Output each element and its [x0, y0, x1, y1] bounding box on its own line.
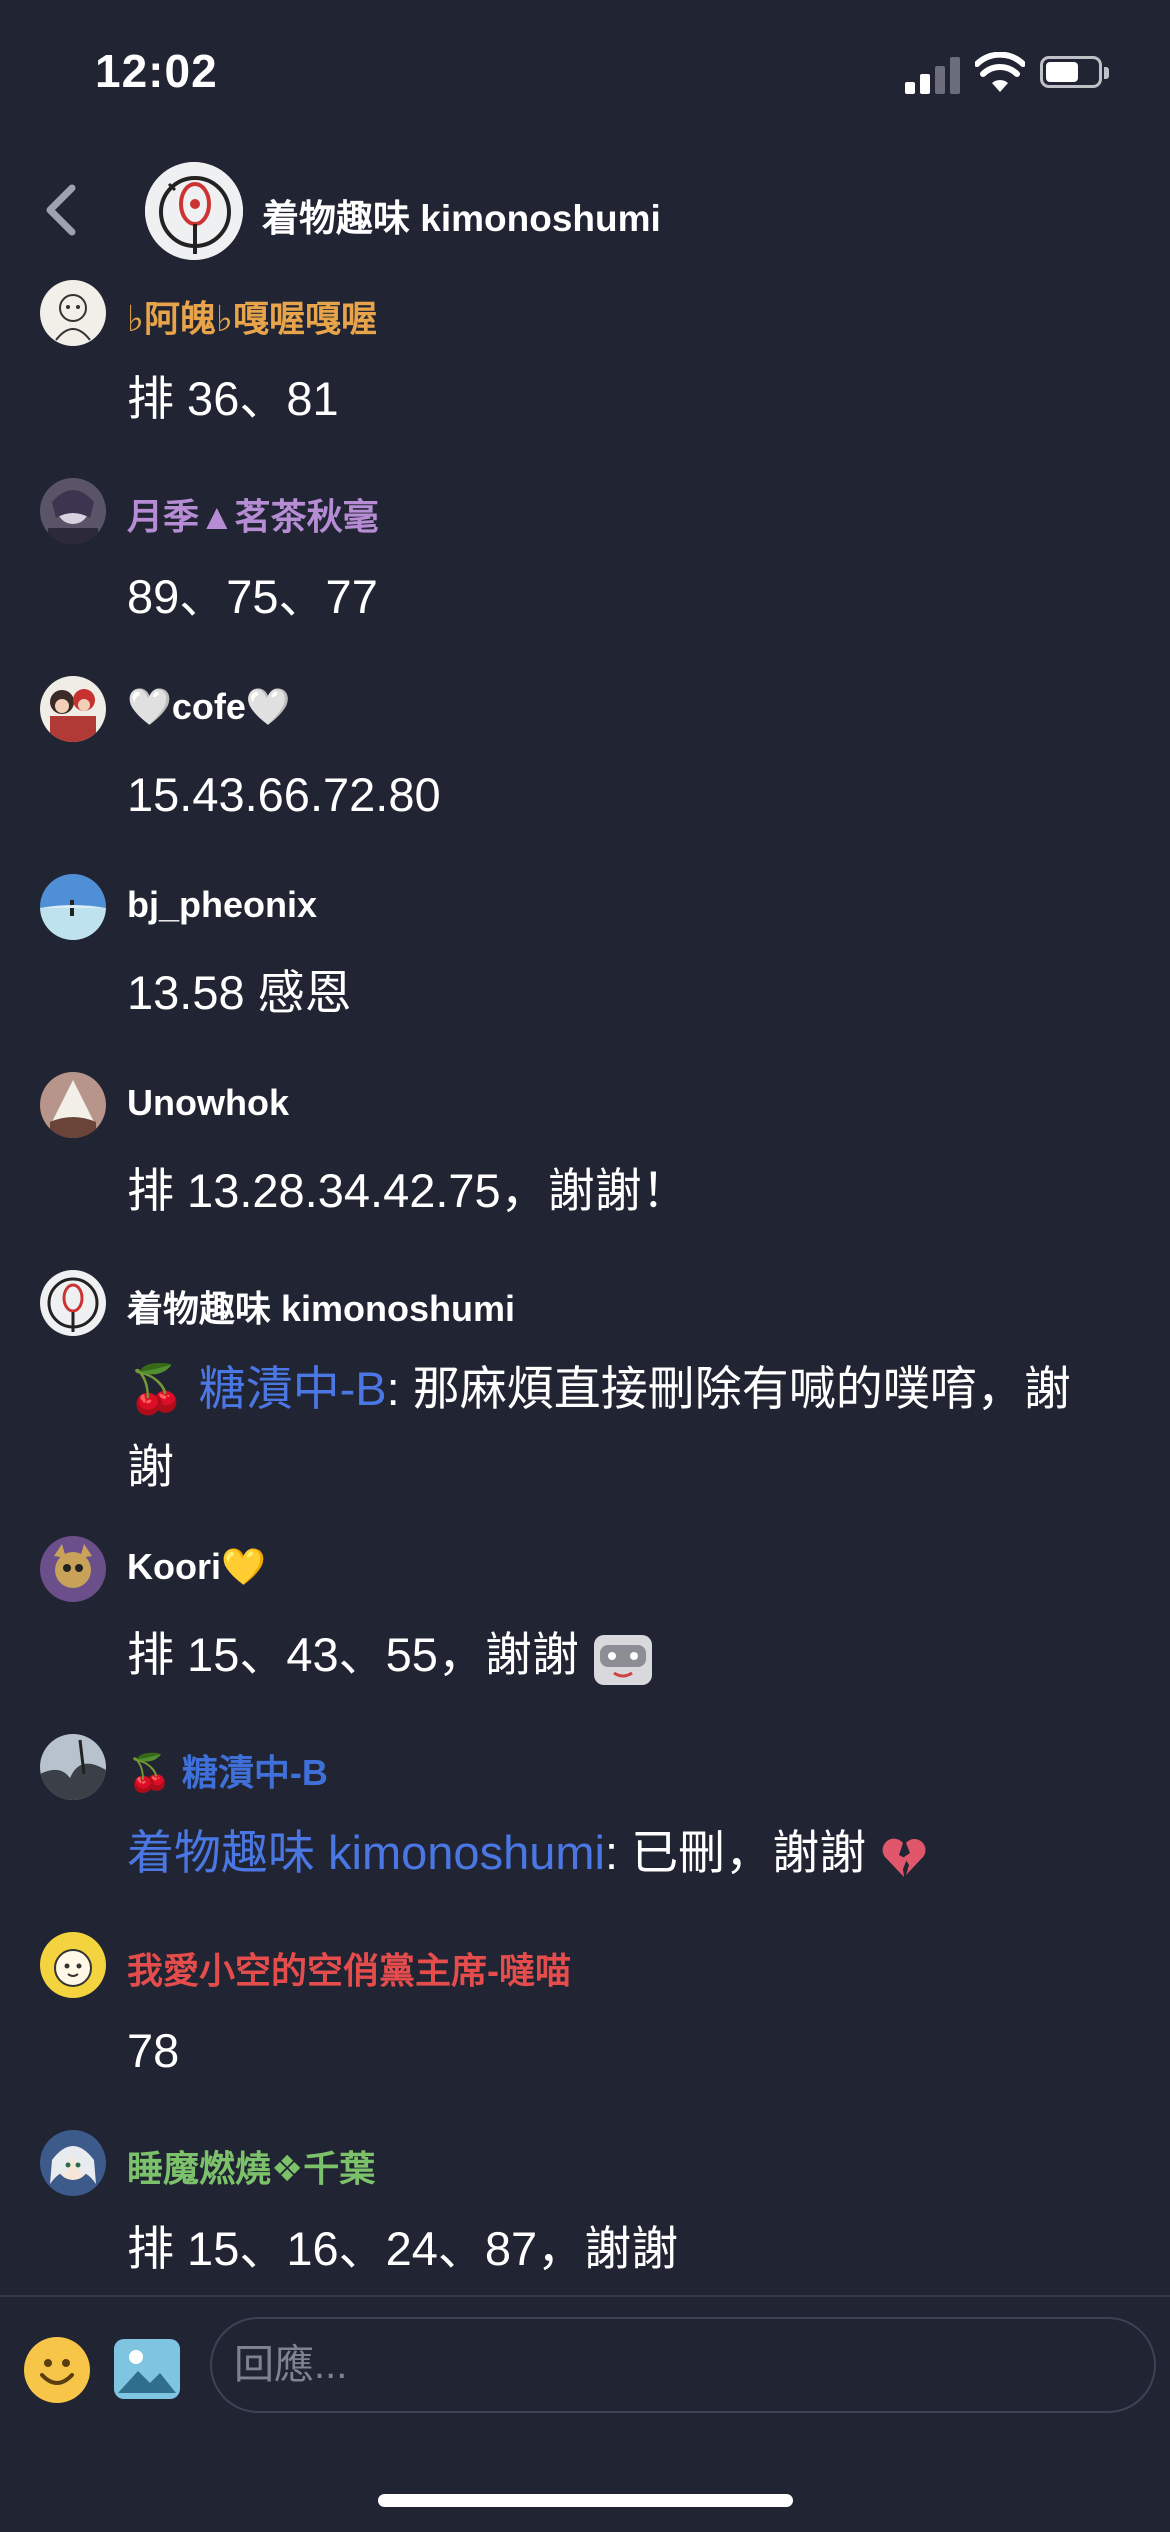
message-text: 89、75、77 — [127, 570, 378, 623]
chat-header: 着物趣味 kimonoshumi — [0, 150, 1170, 270]
mention-link[interactable]: 着物趣味 kimonoshumi — [127, 1826, 605, 1879]
message-text: 78 — [127, 2024, 180, 2077]
user-avatar[interactable] — [40, 1072, 106, 1138]
user-avatar[interactable] — [40, 1536, 106, 1602]
message-body: : 已刪，謝謝 — [604, 1826, 880, 1879]
home-indicator[interactable] — [378, 2494, 793, 2507]
message-text: 排 36、81 — [127, 372, 339, 425]
user-name[interactable]: 睡魔燃燒❖千葉 — [127, 2140, 375, 2192]
user-avatar[interactable] — [40, 280, 106, 346]
user-name[interactable]: 着物趣味 kimonoshumi — [127, 1280, 515, 1332]
broken-heart-icon — [882, 1838, 926, 1877]
message-body: 排 15、43、55，謝謝 — [127, 1628, 592, 1681]
status-bar: 12:02 — [0, 0, 1170, 150]
mention-link[interactable]: 🍒 糖漬中-B — [127, 1362, 387, 1415]
user-avatar[interactable] — [40, 1932, 106, 1998]
signal-icon — [905, 54, 961, 94]
user-name[interactable]: Koori💛 — [127, 1546, 266, 1588]
user-avatar[interactable] — [40, 676, 106, 742]
wifi-icon — [975, 52, 1025, 92]
user-avatar[interactable] — [40, 874, 106, 940]
reply-input[interactable] — [210, 2317, 1156, 2413]
user-name[interactable]: Unowhok — [127, 1082, 289, 1124]
user-name[interactable]: 🍒 糖漬中-B — [127, 1744, 328, 1796]
message-text: 排 15、16、24、87，謝謝 — [127, 2222, 679, 2275]
header-avatar[interactable] — [145, 162, 243, 260]
battery-icon — [1040, 56, 1110, 90]
user-name[interactable]: 🤍cofe🤍 — [127, 686, 291, 728]
image-icon[interactable] — [114, 2339, 180, 2399]
message-text: 排 13.28.34.42.75，謝謝！ — [127, 1164, 689, 1217]
user-avatar[interactable] — [40, 2130, 106, 2196]
user-name[interactable]: 月季▲茗茶秋毫 — [127, 488, 379, 540]
user-avatar[interactable] — [40, 1270, 106, 1336]
user-name[interactable]: ♭阿魄♭嘎喔嘎喔 — [127, 290, 377, 342]
user-avatar[interactable] — [40, 478, 106, 544]
emoji-icon[interactable] — [24, 2337, 90, 2403]
back-chevron-icon[interactable] — [38, 180, 88, 240]
sticker-icon — [593, 1634, 652, 1685]
user-name[interactable]: 我愛小空的空俏黨主席-噠喵 — [127, 1942, 571, 1994]
user-name[interactable]: bj_pheonix — [127, 884, 317, 926]
message-text: 排 15、43、55，謝謝 — [127, 1616, 1107, 1694]
message-text: 🍒 糖漬中-B: 那麻煩直接刪除有喊的噗唷，謝謝 — [127, 1350, 1107, 1506]
user-avatar[interactable] — [40, 1734, 106, 1800]
status-time: 12:02 — [95, 45, 218, 97]
message-text: 15.43.66.72.80 — [127, 768, 441, 821]
message-text: 着物趣味 kimonoshumi: 已刪，謝謝 — [127, 1814, 1107, 1892]
chat-title: 着物趣味 kimonoshumi — [262, 198, 661, 239]
message-text: 13.58 感恩 — [127, 966, 352, 1019]
